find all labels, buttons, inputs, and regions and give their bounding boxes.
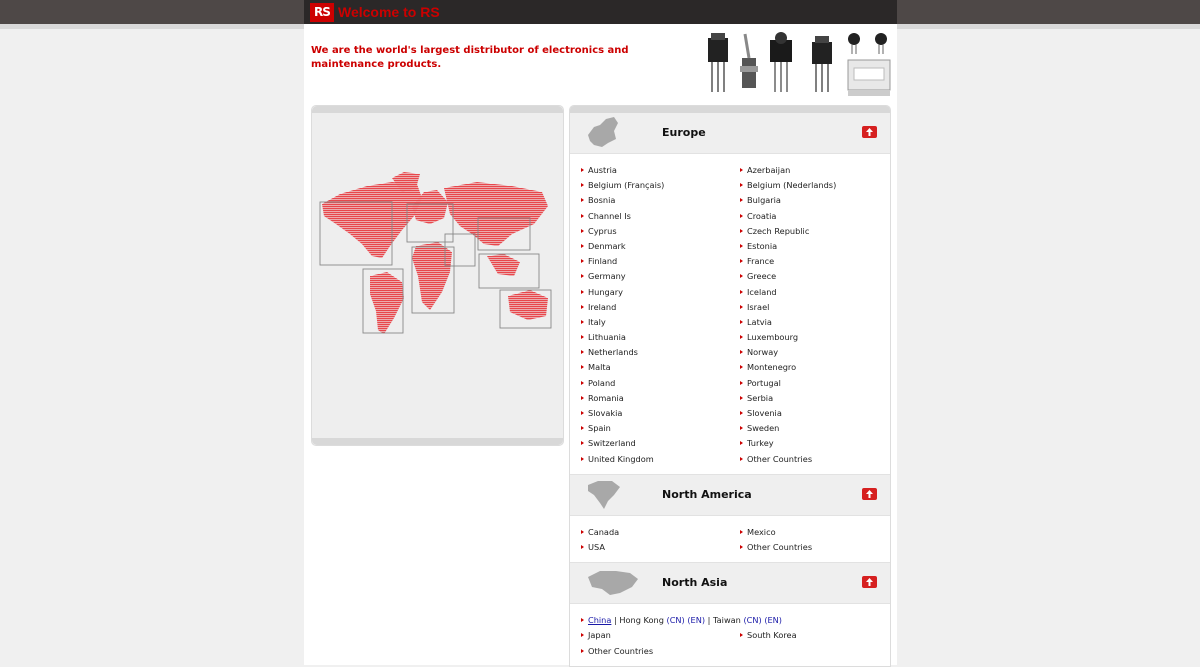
asia-shape[interactable] [444,182,548,246]
scroll-top-button[interactable] [862,576,877,589]
country-link-montenegro[interactable]: Montenegro [729,360,879,375]
country-list-europe: Austria Azerbaijan Belgium (Français) Belgi… [570,154,890,474]
south-america-shape[interactable] [370,272,404,334]
separator: | [707,615,711,626]
north-america-map-icon [588,480,620,509]
country-link-malta[interactable]: Malta [570,360,729,375]
site-header: RS Welcome to RS [304,0,897,24]
country-link-bosnia[interactable]: Bosnia [570,193,729,208]
country-link-china[interactable]: China [588,615,611,625]
country-link-estonia[interactable]: Estonia [729,239,879,254]
country-link-cyprus[interactable]: Cyprus [570,224,729,239]
country-link-usa[interactable]: USA [570,540,729,555]
country-link-turkey[interactable]: Turkey [729,436,879,451]
country-link-lithuania[interactable]: Lithuania [570,330,729,345]
country-link-other-countries[interactable]: Other Countries [729,452,879,467]
country-label-hong-kong: Hong Kong [619,615,664,626]
country-link-croatia[interactable]: Croatia [729,209,879,224]
country-link-germany[interactable]: Germany [570,269,729,284]
country-link-poland[interactable]: Poland [570,376,729,391]
region-header-north-asia: North Asia [570,563,890,605]
region-title-europe: Europe [662,126,706,139]
world-map-panel [311,105,564,446]
component-icon [812,36,832,92]
country-link-spain[interactable]: Spain [570,421,729,436]
country-link-switzerland[interactable]: Switzerland [570,436,729,451]
country-link-czech-republic[interactable]: Czech Republic [729,224,879,239]
rs-logo[interactable]: RS [310,3,334,22]
country-link-ireland[interactable]: Ireland [570,300,729,315]
country-link-south-korea[interactable]: South Korea [729,628,879,643]
country-link-japan[interactable]: Japan [570,628,729,643]
country-link-united-kingdom[interactable]: United Kingdom [570,452,729,467]
region-title-north-america: North America [662,487,752,501]
region-header-north-america: North America [570,474,890,516]
list-item: China | Hong Kong (CN) (EN) | Taiwan (CN… [570,613,878,628]
taiwan-en-link[interactable]: (EN) [764,615,782,625]
country-link-austria[interactable]: Austria [570,163,729,178]
region-header-europe: Europe [570,113,890,154]
north-asia-map-icon [588,571,638,596]
region-title-north-asia: North Asia [662,576,728,590]
country-link-latvia[interactable]: Latvia [729,315,879,330]
toggle-switch-icon [740,33,758,88]
transistor-icon [848,33,887,54]
country-link-france[interactable]: France [729,254,879,269]
country-link-belgium-nederlands[interactable]: Belgium (Nederlands) [729,178,879,193]
country-link-italy[interactable]: Italy [570,315,729,330]
country-link-slovakia[interactable]: Slovakia [570,406,729,421]
world-map [319,172,552,334]
australia-shape[interactable] [508,290,548,320]
separator: | [614,615,617,626]
country-link-serbia[interactable]: Serbia [729,391,879,406]
page-container: RS Welcome to RS We are the world's larg… [304,0,897,667]
country-link-finland[interactable]: Finland [570,254,729,269]
scroll-top-button[interactable] [862,126,877,138]
country-link-bulgaria[interactable]: Bulgaria [729,193,879,208]
country-link-israel[interactable]: Israel [729,300,879,315]
component-icon [770,32,792,92]
tagline: We are the world's largest distributor o… [311,45,629,70]
country-link-azerbaijan[interactable]: Azerbaijan [729,163,879,178]
products-banner-image [708,32,891,96]
country-list-north-asia: China | Hong Kong (CN) (EN) | Taiwan (CN… [570,604,890,666]
southeast-asia-shape[interactable] [487,254,520,276]
country-link-luxembourg[interactable]: Luxembourg [729,330,879,345]
hong-kong-en-link[interactable]: (EN) [687,615,705,625]
country-label-taiwan: Taiwan [713,615,741,626]
relay-icon [847,59,891,96]
arrow-up-icon [866,128,873,136]
welcome-title: Welcome to RS [338,4,440,20]
country-link-canada[interactable]: Canada [570,525,729,540]
map-panel-bottom-bar [312,438,563,445]
region-panel-top-bar [570,106,890,113]
country-link-norway[interactable]: Norway [729,345,879,360]
arrow-up-icon [866,578,873,587]
taiwan-cn-link[interactable]: (CN) [743,615,761,625]
country-link-hungary[interactable]: Hungary [570,285,729,300]
europe-map-icon [588,117,618,147]
country-link-other-countries[interactable]: Other Countries [729,540,879,555]
country-link-romania[interactable]: Romania [570,391,729,406]
country-link-channel-is[interactable]: Channel Is [570,209,729,224]
country-link-denmark[interactable]: Denmark [570,239,729,254]
country-list-north-america: Canada Mexico USA Other Countries [570,516,890,562]
country-link-iceland[interactable]: Iceland [729,285,879,300]
country-link-portugal[interactable]: Portugal [729,376,879,391]
country-link-netherlands[interactable]: Netherlands [570,345,729,360]
africa-shape[interactable] [412,242,452,310]
hong-kong-cn-link[interactable]: (CN) [667,615,685,625]
scroll-top-button[interactable] [862,487,877,500]
country-link-mexico[interactable]: Mexico [729,525,879,540]
component-icon [708,33,728,92]
country-link-greece[interactable]: Greece [729,269,879,284]
country-link-belgium-fran-ais[interactable]: Belgium (Français) [570,178,729,193]
country-link-other-countries[interactable]: Other Countries [570,644,729,659]
arrow-up-icon [866,489,873,498]
region-list-panel: Europe Austria Azerbaijan Belgium (Françai… [569,105,891,667]
country-link-slovenia[interactable]: Slovenia [729,406,879,421]
country-link-sweden[interactable]: Sweden [729,421,879,436]
